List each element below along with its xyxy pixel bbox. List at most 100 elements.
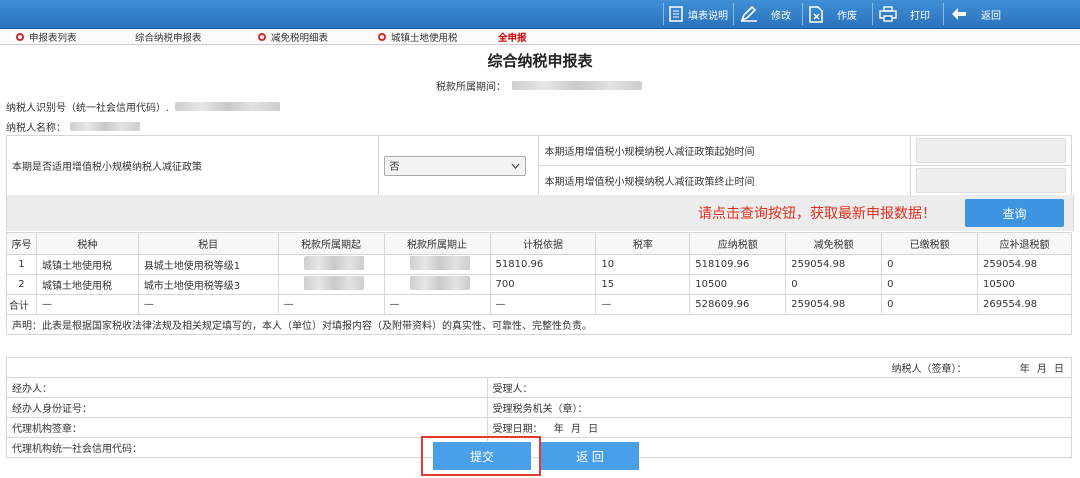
print-button[interactable]: 打印 [879, 4, 930, 24]
fill-guide-button[interactable]: 填表说明 [669, 4, 728, 24]
tab-full-declaration[interactable]: 全申报 [498, 30, 527, 44]
column-header: 税款所属期起 [277, 232, 385, 255]
tab-declaration-list[interactable]: 申报表列表 [16, 30, 77, 44]
total-label: 合计 [6, 294, 37, 315]
redacted-date [409, 256, 470, 270]
accept-date-label: 受理日期： [492, 424, 543, 435]
taxpayer-seal-row: 纳税人（签章）： 年 月 日 [6, 357, 1072, 378]
redacted-taxpayer-id [175, 102, 281, 111]
signature-row: 代理机构签章： 受理日期： 年 月 日 [6, 417, 1073, 438]
column-header: 税款所属期止 [383, 232, 491, 255]
edit-label: 修改 [771, 10, 791, 22]
cell-tax: 城镇土地使用税 [35, 274, 139, 295]
taxpayer-seal-cell: 纳税人（签章）： 年 月 日 [6, 357, 1072, 378]
cell-rate: 10 [595, 254, 691, 275]
cell-period-start [277, 274, 385, 295]
submit-button[interactable]: 提交 [433, 442, 531, 470]
total-row: 合计 — — — — — — 528609.96 259054.98 0 269… [6, 294, 1072, 315]
tab-label: 申报表列表 [29, 32, 77, 44]
policy-start-input[interactable] [915, 138, 1066, 163]
cell-due: 259054.98 [977, 254, 1072, 275]
policy-start-cell [909, 135, 1073, 166]
policy-question: 本期是否适用增值税小规模纳税人减征政策 [6, 135, 379, 196]
tab-relief-detail[interactable]: 减免税明细表 [258, 30, 329, 44]
column-header: 已缴税额 [881, 232, 978, 255]
cell-no: 2 [6, 274, 37, 295]
chevron-down-icon [511, 163, 520, 169]
tab-label: 综合纳税申报表 [135, 32, 202, 44]
total-payable: 528609.96 [689, 294, 787, 315]
accept-date-value: 年 月 日 [553, 424, 601, 435]
total-paid: 0 [881, 294, 978, 315]
cell-basis: 51810.96 [489, 254, 597, 275]
cell-due: 10500 [977, 274, 1072, 295]
cell-payable: 10500 [689, 274, 787, 295]
form-tab-bar: 申报表列表 综合纳税申报表 减免税明细表 城镇土地使用税 全申报 [0, 29, 1080, 45]
cell-relief: 0 [785, 274, 883, 295]
tax-period: 税款所属期间： [436, 78, 642, 93]
policy-select-cell: 否 [377, 135, 539, 196]
column-header: 应补退税额 [977, 232, 1072, 255]
cell-relief: 259054.98 [785, 254, 883, 275]
table-row: 2 城镇土地使用税 城市土地使用税等级3 700 15 10500 0 0 10… [6, 274, 1072, 295]
tax-detail-table: 序号 税种 税目 税款所属期起 税款所属期止 计税依据 税率 应纳税额 减免税额… [6, 232, 1072, 335]
tax-period-label: 税款所属期间： [436, 82, 506, 93]
table-header-row: 序号 税种 税目 税款所属期起 税款所属期止 计税依据 税率 应纳税额 减免税额… [6, 232, 1072, 255]
policy-select[interactable]: 否 [383, 155, 526, 176]
cell-item: 县城土地使用税等级1 [137, 254, 279, 275]
taxpayer-seal-date: 年 月 日 [1019, 364, 1066, 375]
cell-payable: 518109.96 [689, 254, 787, 275]
taxpayer-name-row: 纳税人名称： [6, 119, 140, 134]
cell-period-end [383, 254, 491, 275]
edit-button[interactable]: 修改 [740, 4, 791, 24]
declaration-row: 声明：此表是根据国家税收法律法规及相关规定填写的，本人（单位）对填报内容（及附带… [6, 314, 1072, 335]
back-button[interactable]: 返 回 [541, 442, 639, 470]
toolbar-separator [943, 3, 944, 25]
fill-guide-label: 填表说明 [688, 10, 728, 22]
tax-office-label: 受理税务机关（章）： [486, 397, 1073, 418]
taxpayer-seal-label: 纳税人（签章）： [891, 364, 967, 375]
cell-paid: 0 [881, 254, 978, 275]
top-toolbar: 填表说明 修改 作废 打印 返回 [0, 0, 1080, 29]
tab-label: 城镇土地使用税 [391, 32, 458, 44]
page-title: 综合纳税申报表 [487, 52, 593, 70]
red-gear-icon [16, 32, 24, 41]
table-row: 1 城镇土地使用税 县城土地使用税等级1 51810.96 10 518109.… [6, 254, 1072, 275]
policy-end-cell [909, 165, 1073, 196]
tab-label: 全申报 [498, 32, 527, 44]
toolbar-back-button[interactable]: 返回 [950, 4, 1001, 24]
policy-table: 本期是否适用增值税小规模纳税人减征政策 否 本期适用增值税小规模纳税人减征政策起… [6, 135, 1073, 196]
cell-rate: 15 [595, 274, 691, 295]
total-dash: — [383, 294, 491, 315]
total-dash: — [277, 294, 385, 315]
taxpayer-id-row: 纳税人识别号（统一社会信用代码）. [6, 99, 281, 114]
document-list-icon [669, 6, 683, 22]
redacted-date [303, 256, 364, 270]
policy-end-input[interactable] [915, 168, 1066, 193]
accept-date-cell: 受理日期： 年 月 日 [486, 417, 1073, 438]
column-header: 税目 [137, 232, 279, 255]
redacted-date [409, 276, 470, 290]
red-gear-icon [378, 32, 386, 41]
toolbar-back-label: 返回 [981, 10, 1001, 22]
total-dash: — [489, 294, 597, 315]
agent-label: 经办人： [6, 377, 488, 398]
column-header: 计税依据 [489, 232, 597, 255]
column-header: 应纳税额 [689, 232, 787, 255]
red-gear-icon [258, 32, 266, 41]
signature-row: 经办人身份证号： 受理税务机关（章）： [6, 397, 1073, 418]
agency-seal-label: 代理机构签章： [6, 417, 488, 438]
tab-label: 减免税明细表 [271, 32, 329, 44]
cell-tax: 城镇土地使用税 [35, 254, 139, 275]
column-header: 减免税额 [785, 232, 883, 255]
tab-comprehensive-return[interactable]: 综合纳税申报表 [135, 30, 202, 44]
cell-item: 城市土地使用税等级3 [137, 274, 279, 295]
tab-land-use-tax[interactable]: 城镇土地使用税 [378, 30, 458, 44]
redacted-date [303, 276, 364, 290]
policy-start-label: 本期适用增值税小规模纳税人减征政策起始时间 [538, 135, 911, 166]
void-label: 作废 [837, 10, 857, 22]
cell-period-end [383, 274, 491, 295]
total-dash: — [35, 294, 139, 315]
void-button[interactable]: 作废 [808, 4, 857, 24]
query-button[interactable]: 查询 [965, 199, 1064, 227]
